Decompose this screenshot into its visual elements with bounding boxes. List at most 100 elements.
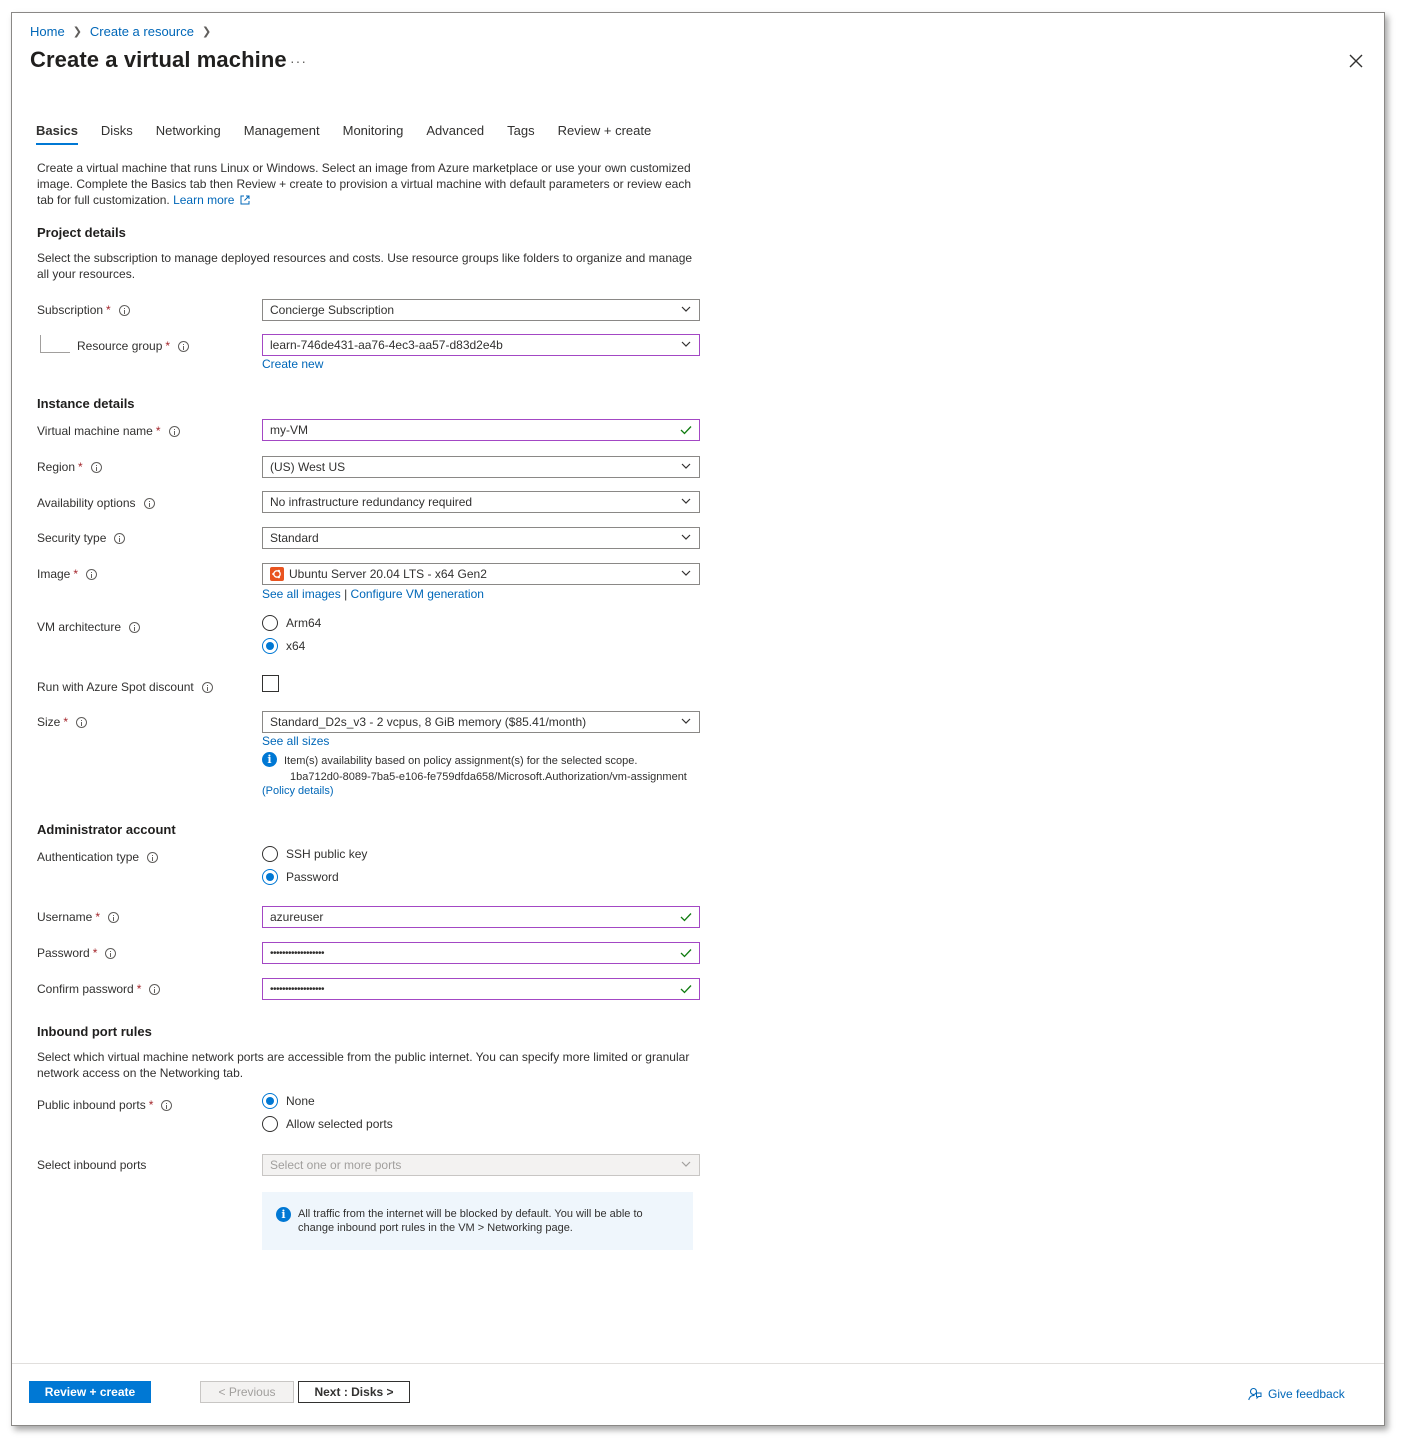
tab-monitoring[interactable]: Monitoring <box>343 123 404 145</box>
tab-bar: Basics Disks Networking Management Monit… <box>36 123 674 145</box>
info-icon[interactable] <box>149 983 161 995</box>
availability-value: No infrastructure redundancy required <box>270 495 473 509</box>
spot-discount-checkbox[interactable] <box>262 675 279 692</box>
learn-more-link[interactable]: Learn more <box>173 193 234 207</box>
radio-password[interactable]: Password <box>262 869 339 885</box>
username-label-text: Username <box>37 910 93 924</box>
select-inbound-ports[interactable]: Select one or more ports <box>262 1154 700 1176</box>
size-select[interactable]: Standard_D2s_v3 - 2 vcpus, 8 GiB memory … <box>262 711 700 733</box>
required-marker: * <box>92 946 98 960</box>
more-options-icon[interactable]: ··· <box>290 53 307 69</box>
next-disks-button[interactable]: Next : Disks > <box>298 1381 410 1403</box>
vm-name-input[interactable]: my-VM <box>262 419 700 441</box>
vm-name-label: Virtual machine name * <box>37 424 180 438</box>
tab-networking[interactable]: Networking <box>156 123 221 145</box>
inbound-notice-text: All traffic from the internet will be bl… <box>298 1208 643 1234</box>
radio-ssh-key[interactable]: SSH public key <box>262 846 367 862</box>
info-icon[interactable] <box>118 304 130 316</box>
info-icon[interactable] <box>86 568 98 580</box>
availability-label: Availability options <box>37 496 155 510</box>
policy-line-1: Item(s) availability based on policy ass… <box>284 755 638 767</box>
radio-circle <box>262 869 278 885</box>
tab-review-create[interactable]: Review + create <box>558 123 652 145</box>
required-marker: * <box>78 460 83 474</box>
radio-arm64-label: Arm64 <box>286 616 322 630</box>
radio-allow-selected-label: Allow selected ports <box>286 1117 393 1131</box>
admin-account-heading: Administrator account <box>37 822 176 837</box>
see-all-images-link[interactable]: See all images <box>262 587 341 601</box>
info-icon[interactable] <box>161 1099 173 1111</box>
policy-line-2: 1ba712d0-8089-7ba5-e106-fe759dfda658/Mic… <box>290 771 687 783</box>
radio-x64[interactable]: x64 <box>262 638 305 654</box>
required-marker: * <box>136 982 142 996</box>
select-inbound-label-text: Select inbound ports <box>37 1158 147 1172</box>
resource-group-value: learn-746de431-aa76-4ec3-aa57-d83d2e4b <box>270 338 503 352</box>
breadcrumb-home[interactable]: Home <box>30 24 65 39</box>
radio-circle <box>262 1116 278 1132</box>
resource-group-label: Resource group * <box>77 339 190 353</box>
resource-group-label-text: Resource group <box>77 339 163 353</box>
info-icon[interactable] <box>90 461 102 473</box>
radio-ports-none[interactable]: None <box>262 1093 315 1109</box>
username-label: Username * <box>37 910 120 924</box>
give-feedback-link[interactable]: Give feedback <box>1248 1387 1345 1401</box>
security-type-label: Security type <box>37 531 126 545</box>
confirm-password-input[interactable]: •••••••••••••••••• <box>262 978 700 1000</box>
radio-circle <box>262 846 278 862</box>
info-icon[interactable] <box>129 621 141 633</box>
info-icon[interactable] <box>108 911 120 923</box>
info-icon[interactable] <box>143 497 155 509</box>
password-input[interactable]: •••••••••••••••••• <box>262 942 700 964</box>
vm-name-value: my-VM <box>270 423 308 437</box>
tab-management[interactable]: Management <box>244 123 320 145</box>
tab-advanced[interactable]: Advanced <box>426 123 484 145</box>
inbound-rules-description: Select which virtual machine network por… <box>37 1050 690 1080</box>
region-select[interactable]: (US) West US <box>262 456 700 478</box>
subscription-select[interactable]: Concierge Subscription <box>262 299 700 321</box>
radio-allow-selected[interactable]: Allow selected ports <box>262 1116 393 1132</box>
auth-type-label: Authentication type <box>37 850 159 864</box>
info-icon[interactable] <box>168 425 180 437</box>
tab-tags[interactable]: Tags <box>507 123 534 145</box>
radio-password-label: Password <box>286 870 339 884</box>
info-icon[interactable] <box>147 851 159 863</box>
info-icon[interactable] <box>178 340 190 352</box>
tab-basics[interactable]: Basics <box>36 123 78 145</box>
availability-select[interactable]: No infrastructure redundancy required <box>262 491 700 513</box>
policy-details-link[interactable]: (Policy details) <box>262 785 334 797</box>
checkmark-icon <box>680 985 692 994</box>
confirm-password-label-text: Confirm password <box>37 982 134 996</box>
radio-circle <box>262 638 278 654</box>
create-new-rg-link[interactable]: Create new <box>262 357 323 371</box>
resource-group-select[interactable]: learn-746de431-aa76-4ec3-aa57-d83d2e4b <box>262 334 700 356</box>
select-inbound-label: Select inbound ports <box>37 1158 146 1172</box>
region-value: (US) West US <box>270 460 346 474</box>
username-input[interactable]: azureuser <box>262 906 700 928</box>
image-value: Ubuntu Server 20.04 LTS - x64 Gen2 <box>289 567 487 581</box>
radio-arm64[interactable]: Arm64 <box>262 615 321 631</box>
security-type-select[interactable]: Standard <box>262 527 700 549</box>
ubuntu-logo-icon <box>270 567 284 581</box>
info-icon[interactable] <box>201 681 213 693</box>
previous-button[interactable]: < Previous <box>200 1381 294 1403</box>
public-inbound-label-text: Public inbound ports <box>37 1098 146 1112</box>
image-select[interactable]: Ubuntu Server 20.04 LTS - x64 Gen2 <box>262 563 700 585</box>
chevron-down-icon <box>681 341 691 347</box>
chevron-down-icon <box>681 570 691 576</box>
tab-disks[interactable]: Disks <box>101 123 133 145</box>
vm-architecture-label: VM architecture <box>37 620 141 634</box>
required-marker: * <box>73 567 79 581</box>
availability-label-text: Availability options <box>37 496 136 510</box>
review-create-button[interactable]: Review + create <box>29 1381 151 1403</box>
password-value: •••••••••••••••••• <box>270 947 325 959</box>
see-all-sizes-link[interactable]: See all sizes <box>262 734 329 748</box>
info-icon[interactable] <box>105 947 117 959</box>
info-icon[interactable] <box>76 716 88 728</box>
chevron-down-icon <box>681 498 691 504</box>
info-icon[interactable] <box>114 532 126 544</box>
configure-vm-generation-link[interactable]: Configure VM generation <box>351 587 484 601</box>
close-icon[interactable] <box>1348 53 1364 69</box>
create-vm-blade: Home ❯ Create a resource ❯ Create a virt… <box>11 12 1385 1426</box>
required-marker: * <box>155 424 161 438</box>
breadcrumb-create-resource[interactable]: Create a resource <box>90 24 194 39</box>
